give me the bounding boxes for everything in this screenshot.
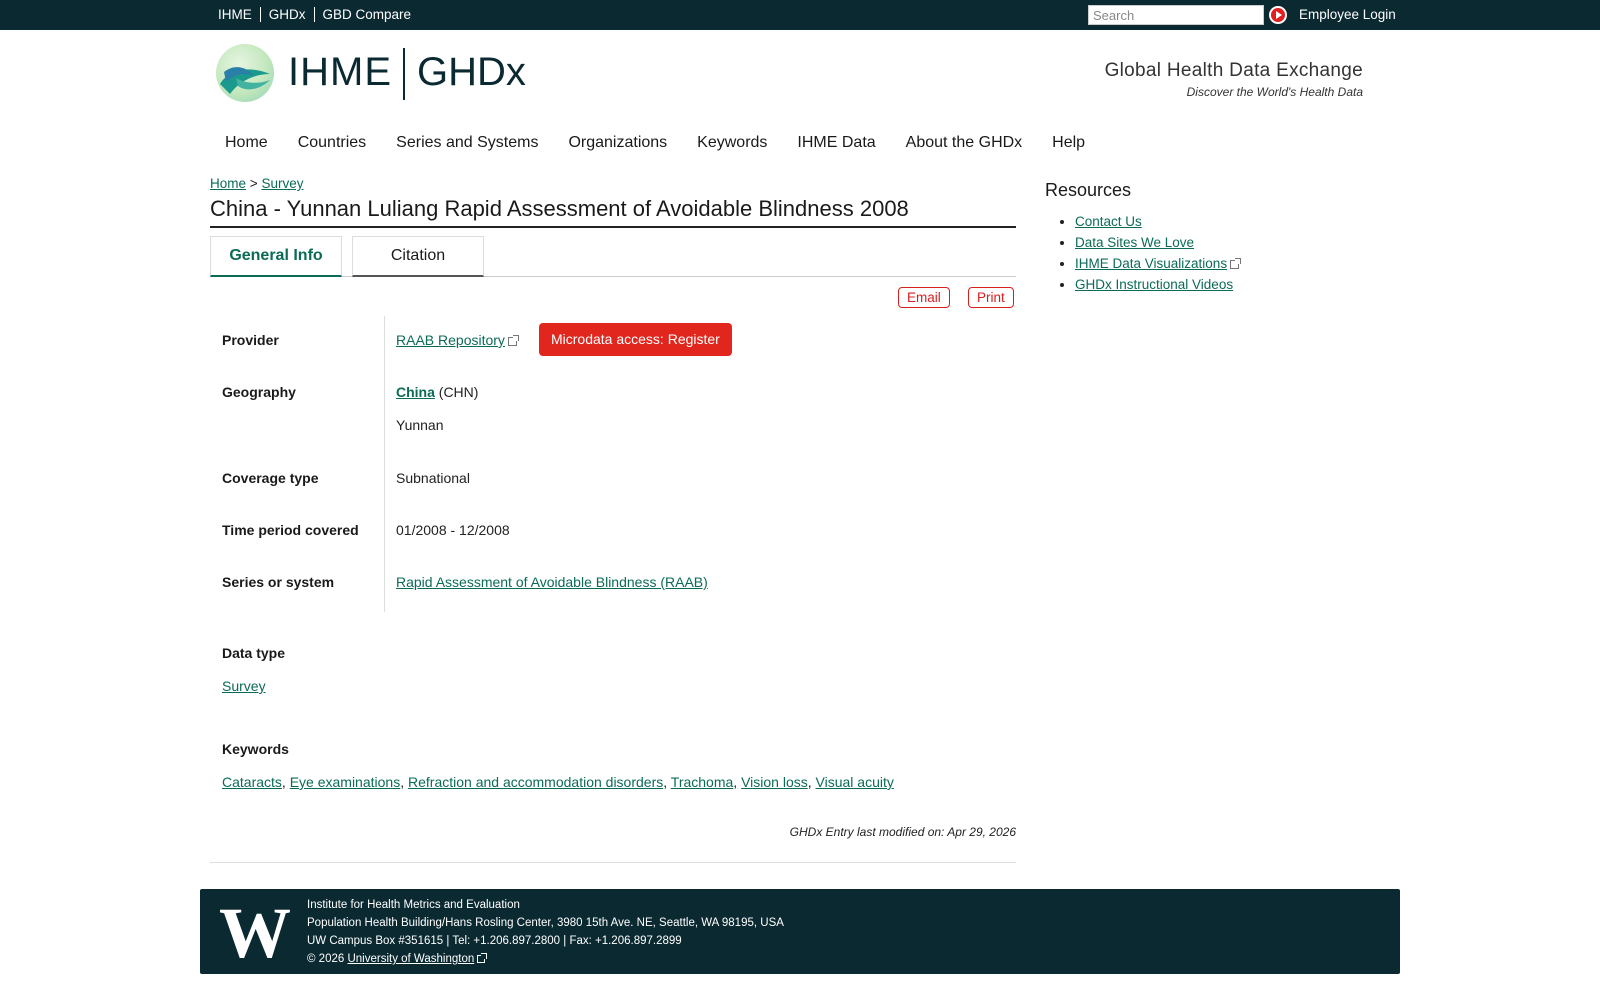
nav-item-home[interactable]: Home (225, 134, 268, 152)
content-divider (210, 862, 1016, 863)
employee-login-link[interactable]: Employee Login (1299, 7, 1396, 22)
nav-item-ihme-data[interactable]: IHME Data (797, 134, 875, 152)
nav-item-countries[interactable]: Countries (298, 134, 366, 152)
uw-w-logo-icon[interactable]: W (214, 903, 296, 959)
resource-ihme-visualizations[interactable]: IHME Data Visualizations (1075, 256, 1227, 271)
resource-instructional-videos[interactable]: GHDx Instructional Videos (1075, 277, 1233, 292)
logo-ihme-text[interactable]: IHME (288, 50, 392, 95)
external-link-icon (477, 953, 488, 963)
nav-item-organizations[interactable]: Organizations (568, 134, 667, 152)
data-type-value: Survey (222, 678, 266, 694)
series-value: Rapid Assessment of Avoidable Blindness … (396, 574, 708, 590)
geography-country-link[interactable]: China (396, 384, 435, 400)
footer: W Institute for Health Metrics and Evalu… (200, 889, 1400, 974)
provider-link[interactable]: RAAB Repository (396, 332, 505, 348)
nav-item-help[interactable]: Help (1052, 134, 1085, 152)
geography-country-code: (CHN) (438, 384, 479, 400)
coverage-type-value: Subnational (396, 470, 470, 486)
tab-bar: General Info Citation (210, 236, 1016, 277)
coverage-type-label: Coverage type (222, 470, 319, 486)
resources-title: Resources (1045, 180, 1132, 200)
breadcrumb: Home > Survey (210, 176, 303, 191)
site-subtagline: Discover the World's Health Data (1186, 85, 1363, 99)
resource-item: Contact Us (1075, 214, 1239, 229)
breadcrumb-home[interactable]: Home (210, 176, 246, 191)
resource-item: IHME Data Visualizations (1075, 256, 1242, 271)
page-title: China - Yunnan Luliang Rapid Assessment … (210, 196, 1016, 228)
footer-copyright-row: © 2026 University of Washington (307, 950, 784, 968)
search-submit-icon[interactable] (1269, 6, 1287, 24)
nav-item-about[interactable]: About the GHDx (906, 134, 1023, 152)
top-link-ihme[interactable]: IHME (218, 7, 260, 22)
footer-address: Population Health Building/Hans Rosling … (307, 917, 784, 929)
external-link-icon (507, 335, 519, 346)
footer-uw-link[interactable]: University of Washington (347, 953, 474, 965)
data-type-label: Data type (222, 645, 286, 661)
provider-label: Provider (222, 332, 279, 348)
footer-text: Institute for Health Metrics and Evaluat… (307, 896, 784, 968)
resource-data-sites[interactable]: Data Sites We Love (1075, 235, 1194, 250)
site-tagline: Global Health Data Exchange (1104, 60, 1363, 81)
nav-item-series-systems[interactable]: Series and Systems (396, 134, 538, 152)
email-button[interactable]: Email (898, 287, 950, 308)
geography-region: Yunnan (396, 417, 444, 433)
keyword-link[interactable]: Cataracts (222, 774, 282, 790)
time-period-label: Time period covered (222, 522, 359, 538)
series-label: Series or system (222, 574, 335, 590)
keyword-link[interactable]: Vision loss (741, 774, 808, 790)
logo-ghdx-text[interactable]: GHDx (417, 50, 526, 95)
provider-value: RAAB Repository (396, 332, 519, 348)
resources-list: Contact Us Data Sites We Love IHME Data … (1075, 214, 1242, 298)
keyword-link[interactable]: Refraction and accommodation disorders (408, 774, 663, 790)
tab-general-info[interactable]: General Info (210, 236, 342, 277)
top-bar: IHME GHDx GBD Compare Employee Login (0, 0, 1600, 30)
geography-country-row: China (CHN) (396, 384, 478, 400)
resource-item: Data Sites We Love (1075, 235, 1239, 250)
footer-institute: Institute for Health Metrics and Evaluat… (307, 899, 520, 911)
last-modified-note: GHDx Entry last modified on: Apr 29, 202… (789, 825, 1016, 839)
top-links: IHME GHDx GBD Compare (218, 7, 419, 22)
print-button[interactable]: Print (968, 287, 1014, 308)
tab-citation[interactable]: Citation (352, 236, 484, 277)
keywords-label: Keywords (222, 741, 289, 757)
logo-divider (403, 48, 405, 100)
field-divider (384, 316, 385, 612)
breadcrumb-separator: > (249, 176, 258, 191)
top-link-ghdx[interactable]: GHDx (259, 7, 314, 22)
geography-label: Geography (222, 384, 296, 400)
time-period-value: 01/2008 - 12/2008 (396, 522, 510, 538)
ihme-logo-icon[interactable] (216, 44, 274, 102)
footer-contact: UW Campus Box #351615 | Tel: +1.206.897.… (307, 935, 682, 947)
keyword-link[interactable]: Visual acuity (816, 774, 894, 790)
breadcrumb-survey[interactable]: Survey (261, 176, 303, 191)
external-link-icon (1230, 258, 1242, 269)
keywords-list: Cataracts, Eye examinations, Refraction … (222, 774, 894, 790)
keyword-link[interactable]: Eye examinations (290, 774, 401, 790)
keyword-link[interactable]: Trachoma (671, 774, 734, 790)
top-link-gbd-compare[interactable]: GBD Compare (313, 7, 420, 22)
resource-contact-us[interactable]: Contact Us (1075, 214, 1142, 229)
main-nav: Home Countries Series and Systems Organi… (225, 134, 1115, 152)
svg-text:W: W (219, 903, 291, 959)
search-input[interactable] (1088, 5, 1264, 25)
series-link[interactable]: Rapid Assessment of Avoidable Blindness … (396, 574, 708, 590)
resource-item: GHDx Instructional Videos (1075, 277, 1239, 292)
footer-copyright: © 2026 (307, 953, 345, 965)
data-type-link[interactable]: Survey (222, 678, 266, 694)
nav-item-keywords[interactable]: Keywords (697, 134, 767, 152)
microdata-register-button[interactable]: Microdata access: Register (539, 323, 732, 356)
